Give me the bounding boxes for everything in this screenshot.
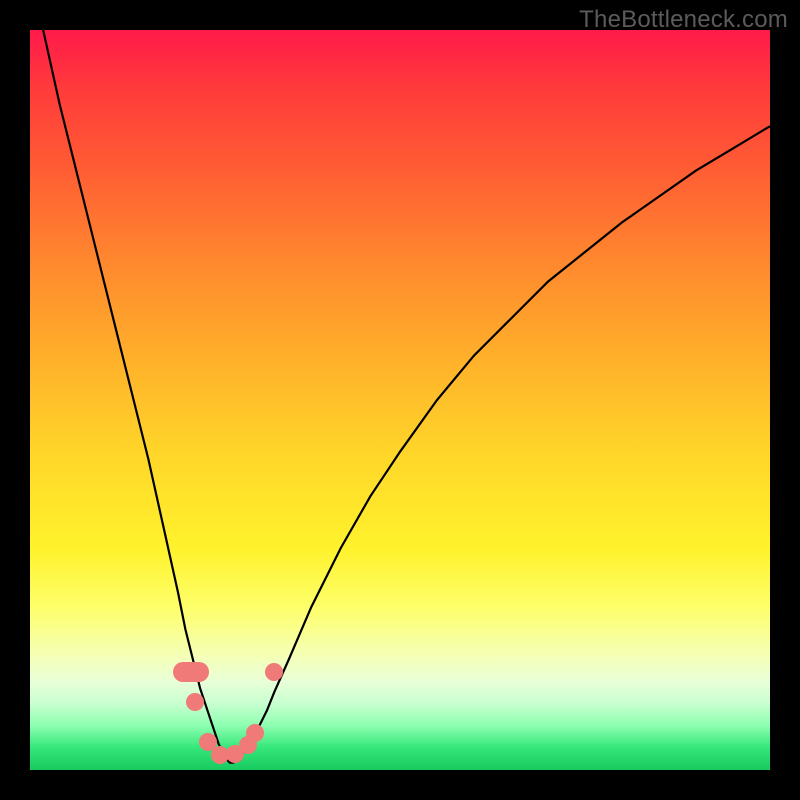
figure-frame: TheBottleneck.com <box>0 0 800 800</box>
data-marker <box>265 663 283 681</box>
data-marker <box>173 662 209 682</box>
plot-area <box>30 30 770 770</box>
bottleneck-curve <box>30 30 770 770</box>
curve-path <box>30 30 770 763</box>
data-marker <box>186 693 204 711</box>
data-marker <box>246 724 264 742</box>
